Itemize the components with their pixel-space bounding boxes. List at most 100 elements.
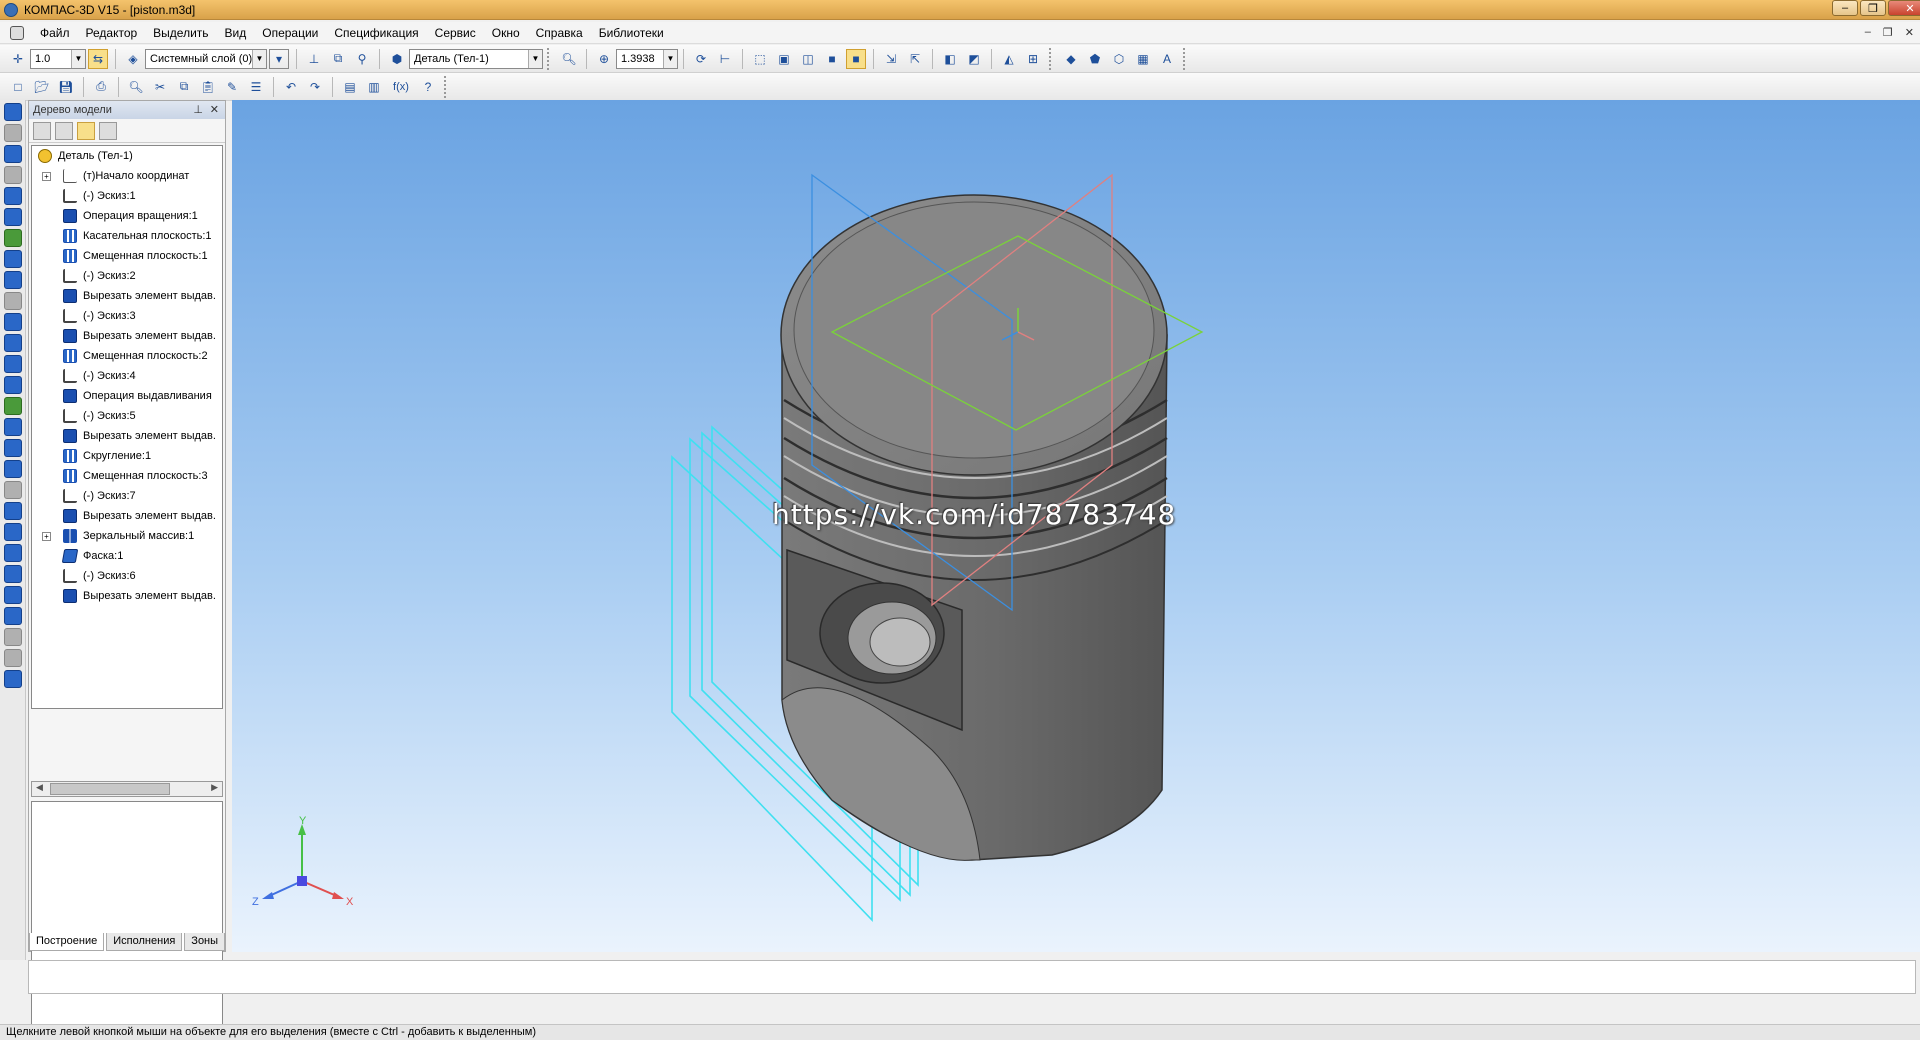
thread-tool-icon[interactable] bbox=[4, 586, 22, 604]
specification-tools-icon[interactable] bbox=[4, 250, 22, 268]
3d-viewport[interactable]: Y X Z https://vk.com/id78783748 bbox=[232, 100, 1920, 952]
tree-item[interactable]: Касательная плоскость:1 bbox=[32, 226, 222, 246]
new-document-icon[interactable]: □ bbox=[8, 77, 28, 97]
fillet-tool-icon[interactable] bbox=[4, 418, 22, 436]
select-bodies-icon[interactable]: ◧ bbox=[940, 49, 960, 69]
print-preview-icon[interactable]: 🔍︎ bbox=[126, 77, 146, 97]
sheet-metal-icon[interactable] bbox=[4, 313, 22, 331]
thin-lines-icon[interactable]: ◫ bbox=[798, 49, 818, 69]
tree-item[interactable]: Операция выдавливания bbox=[32, 386, 222, 406]
parameters-tool-icon[interactable] bbox=[4, 670, 22, 688]
tree-item[interactable]: (-) Эскиз:3 bbox=[32, 306, 222, 326]
help-icon[interactable]: ? bbox=[418, 77, 438, 97]
shaded-edges-icon[interactable]: ■ bbox=[846, 48, 866, 69]
filters-icon[interactable] bbox=[4, 229, 22, 247]
extrude-tool-icon[interactable] bbox=[4, 334, 22, 352]
mirror-tool-icon[interactable] bbox=[4, 565, 22, 583]
body-combobox[interactable]: Деталь (Тел-1) ▼ bbox=[409, 48, 543, 69]
expand-icon[interactable]: + bbox=[42, 531, 51, 541]
array-tool-icon[interactable] bbox=[4, 397, 22, 415]
menu-libraries[interactable]: Библиотеки bbox=[591, 22, 672, 44]
scale-tool-icon[interactable] bbox=[4, 649, 22, 667]
tree-root[interactable]: Деталь (Тел-1) bbox=[32, 146, 222, 166]
open-folder-icon[interactable]: 📂︎ bbox=[32, 77, 52, 97]
tree-item[interactable]: (-) Эскиз:7 bbox=[32, 486, 222, 506]
designations-icon[interactable]: ⇱ bbox=[905, 49, 925, 69]
step-combobox[interactable]: 1.0 ▼ bbox=[30, 48, 86, 69]
tree-item[interactable]: (-) Эскиз:6 bbox=[32, 566, 222, 586]
tree-item[interactable]: Вырезать элемент выдав. bbox=[32, 426, 222, 446]
curves-tools-icon[interactable] bbox=[4, 124, 22, 142]
chamfer-tool-icon[interactable] bbox=[4, 439, 22, 457]
manager-icon[interactable]: ▤ bbox=[340, 77, 360, 97]
tab-versions[interactable]: Исполнения bbox=[106, 933, 183, 951]
scroll-right-icon[interactable]: ▶ bbox=[211, 782, 218, 793]
hole-tool-icon[interactable] bbox=[4, 460, 22, 478]
menu-view[interactable]: Вид bbox=[217, 22, 255, 44]
tree-sort-icon[interactable] bbox=[55, 121, 73, 140]
tree-item[interactable]: Операция вращения:1 bbox=[32, 206, 222, 226]
tree-item[interactable]: Вырезать элемент выдав. bbox=[32, 586, 222, 606]
menu-editor[interactable]: Редактор bbox=[78, 22, 146, 44]
spatial-curves-icon[interactable] bbox=[4, 166, 22, 184]
tree-item[interactable]: (-) Эскиз:4 bbox=[32, 366, 222, 386]
close-button[interactable]: ✕ bbox=[1888, 0, 1920, 16]
minimize-button[interactable]: – bbox=[1832, 0, 1858, 16]
close-icon[interactable]: ✕ bbox=[210, 103, 219, 116]
zoom-window-icon[interactable]: 🔍︎ bbox=[559, 49, 579, 69]
dimensions-icon[interactable]: ⇲ bbox=[881, 49, 901, 69]
shaded-icon[interactable]: ■ bbox=[822, 49, 842, 69]
copy-properties-icon[interactable]: ⧉ bbox=[328, 49, 348, 69]
zoom-icon[interactable]: ⊕ bbox=[594, 49, 614, 69]
tree-structure-icon[interactable] bbox=[33, 121, 51, 140]
revolve-tool-icon[interactable] bbox=[4, 355, 22, 373]
properties-icon[interactable]: ✎ bbox=[222, 77, 242, 97]
tree-item[interactable]: Вырезать элемент выдав. bbox=[32, 286, 222, 306]
body-icon[interactable]: ⬢ bbox=[387, 49, 407, 69]
measure-icon[interactable]: ◆ bbox=[1061, 49, 1081, 69]
tree-item[interactable]: Смещенная плоскость:2 bbox=[32, 346, 222, 366]
print-icon[interactable]: ⎙ bbox=[91, 77, 111, 97]
coordinate-system-icon[interactable]: ⊥ bbox=[304, 49, 324, 69]
render-icon[interactable]: ◩ bbox=[964, 49, 984, 69]
maximize-button[interactable]: ❐ bbox=[1860, 0, 1886, 16]
tree-item[interactable]: (-) Эскиз:1 bbox=[32, 186, 222, 206]
variables-button[interactable]: f(x) bbox=[388, 77, 414, 97]
menu-service[interactable]: Сервис bbox=[427, 22, 484, 44]
tab-build[interactable]: Построение bbox=[29, 933, 105, 951]
library-icon[interactable]: ▥ bbox=[364, 77, 384, 97]
snap-step-icon[interactable]: ✛ bbox=[8, 49, 28, 69]
check-icon[interactable]: ⬡ bbox=[1109, 49, 1129, 69]
tree-view-icon[interactable] bbox=[77, 121, 95, 140]
rib-tool-icon[interactable] bbox=[4, 481, 22, 499]
doc-restore-icon[interactable]: ❐ bbox=[1883, 26, 1893, 39]
material-icon[interactable]: ▦ bbox=[1133, 49, 1153, 69]
draft-tool-icon[interactable] bbox=[4, 607, 22, 625]
tree-item[interactable]: + Зеркальный массив:1 bbox=[32, 526, 222, 546]
text-style-icon[interactable]: A bbox=[1157, 49, 1177, 69]
kompas-app-icon[interactable] bbox=[4, 2, 18, 17]
undo-icon[interactable]: ↶ bbox=[281, 77, 301, 97]
paste-icon[interactable]: 📋︎ bbox=[198, 77, 218, 97]
toolbar-grip[interactable] bbox=[1049, 47, 1055, 70]
chevron-down-icon[interactable]: ▼ bbox=[528, 49, 542, 68]
command-input[interactable] bbox=[28, 960, 1916, 994]
tree-item[interactable]: Вырезать элемент выдав. bbox=[32, 506, 222, 526]
doc-close-icon[interactable]: ✕ bbox=[1905, 26, 1914, 39]
hidden-lines-icon[interactable]: ▣ bbox=[774, 49, 794, 69]
loft-tool-icon[interactable] bbox=[4, 376, 22, 394]
tree-item[interactable]: (-) Эскиз:2 bbox=[32, 266, 222, 286]
axis-triad[interactable] bbox=[262, 824, 344, 899]
menu-window[interactable]: Окно bbox=[484, 22, 528, 44]
chevron-down-icon[interactable]: ▼ bbox=[71, 49, 85, 68]
menu-select[interactable]: Выделить bbox=[145, 22, 216, 44]
menu-specification[interactable]: Спецификация bbox=[326, 22, 426, 44]
tree-item[interactable]: (-) Эскиз:5 bbox=[32, 406, 222, 426]
measure-tools-icon[interactable] bbox=[4, 208, 22, 226]
section-tool-icon[interactable] bbox=[4, 523, 22, 541]
layer-icon[interactable]: ◈ bbox=[123, 49, 143, 69]
surfaces-tools-icon[interactable] bbox=[4, 145, 22, 163]
layer-combobox[interactable]: Системный слой (0) ▼ bbox=[145, 48, 267, 69]
perspective-icon[interactable]: ◭ bbox=[999, 49, 1019, 69]
menu-operations[interactable]: Операции bbox=[254, 22, 326, 44]
